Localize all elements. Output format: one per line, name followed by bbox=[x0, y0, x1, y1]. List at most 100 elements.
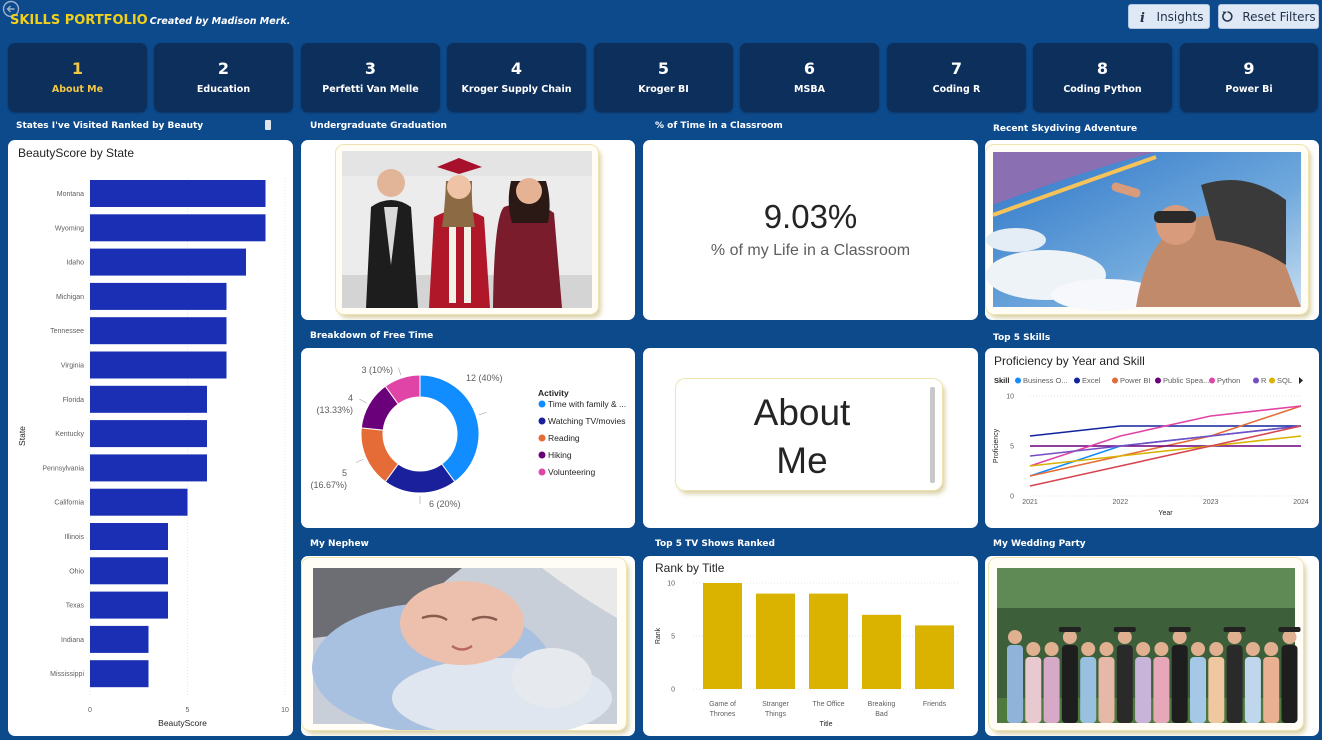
leader-line bbox=[478, 412, 487, 416]
legend-label[interactable]: Reading bbox=[548, 433, 580, 443]
about-line-2: Me bbox=[776, 440, 828, 481]
states-chart-card[interactable]: BeautyScore by State 0 5 10 Montana Wyoming I… bbox=[8, 140, 293, 736]
bar[interactable] bbox=[915, 625, 954, 689]
nav-button-5[interactable]: 5 Kroger BI bbox=[594, 43, 733, 112]
category-label: Stranger bbox=[762, 701, 790, 708]
legend-label[interactable]: SQL bbox=[1277, 376, 1292, 385]
bar[interactable] bbox=[90, 625, 149, 653]
bar[interactable] bbox=[90, 420, 207, 448]
x-tick-label: 2022 bbox=[1113, 499, 1129, 506]
about-me-card: About Me bbox=[643, 348, 978, 528]
bar[interactable] bbox=[90, 557, 168, 585]
skydiving-photo bbox=[986, 145, 1308, 314]
bar[interactable] bbox=[703, 583, 742, 689]
legend-label[interactable]: Excel bbox=[1082, 376, 1101, 385]
donut-slice[interactable] bbox=[419, 374, 480, 483]
bar[interactable] bbox=[90, 488, 188, 516]
legend-next-icon[interactable] bbox=[1299, 377, 1303, 384]
bar[interactable] bbox=[756, 593, 795, 689]
bar[interactable] bbox=[862, 614, 901, 689]
nav-label: MSBA bbox=[794, 84, 825, 95]
nav-number: 1 bbox=[71, 59, 84, 78]
skills-chart-card[interactable]: Proficiency by Year and Skill Skill Busin… bbox=[985, 348, 1319, 528]
nav-label: About Me bbox=[51, 84, 104, 95]
states-bar-chart[interactable]: 0 5 10 Montana Wyoming Idaho Michigan Tennessee… bbox=[8, 140, 293, 736]
reset-filters-button[interactable]: Reset Filters bbox=[1218, 4, 1319, 29]
bar[interactable] bbox=[90, 660, 149, 688]
textbox-scrollbar[interactable] bbox=[930, 387, 935, 483]
nav-number: 4 bbox=[510, 59, 523, 78]
bar[interactable] bbox=[90, 523, 168, 550]
series-line[interactable] bbox=[1029, 405, 1302, 467]
nephew-card bbox=[301, 556, 635, 736]
legend-label[interactable]: Watching TV/movies bbox=[548, 416, 625, 426]
y-tick-label: 5 bbox=[1010, 444, 1014, 451]
category-label: Friends bbox=[923, 701, 947, 708]
series-line[interactable] bbox=[1029, 425, 1302, 487]
nav-number: 9 bbox=[1243, 59, 1255, 78]
skills-line-chart[interactable]: Skill Business O... Excel Power BI Public Sp… bbox=[985, 348, 1319, 528]
leader-line bbox=[359, 398, 367, 404]
kpi-value: 9.03% bbox=[763, 198, 858, 235]
bar[interactable] bbox=[90, 282, 227, 310]
tv-bar-chart[interactable]: 0 5 10 Game of Thrones Stranger Things The Offi… bbox=[643, 556, 978, 736]
bar[interactable] bbox=[809, 593, 848, 689]
y-axis-title: Rank bbox=[655, 627, 662, 644]
bar[interactable] bbox=[90, 180, 266, 207]
leader-line bbox=[355, 458, 364, 463]
legend-marker bbox=[1074, 377, 1080, 384]
x-tick-label: 2021 bbox=[1022, 499, 1038, 506]
nav-button-3[interactable]: 3 Perfetti Van Melle bbox=[301, 43, 440, 112]
insights-label: Insights bbox=[1156, 9, 1204, 24]
legend-title: Activity bbox=[538, 388, 569, 398]
tv-chart-card[interactable]: Rank by Title 0 5 10 Game of Thrones Stranger… bbox=[643, 556, 978, 736]
nav-button-4[interactable]: 4 Kroger Supply Chain bbox=[447, 43, 586, 112]
legend-label[interactable]: Python bbox=[1217, 376, 1240, 385]
visual-scroll-handle[interactable] bbox=[265, 120, 271, 130]
bar[interactable] bbox=[90, 317, 227, 345]
legend-marker bbox=[538, 417, 546, 425]
bar[interactable] bbox=[90, 454, 207, 482]
legend-label[interactable]: Volunteering bbox=[548, 467, 596, 477]
nav-button-8[interactable]: 8 Coding Python bbox=[1033, 43, 1172, 112]
bar[interactable] bbox=[90, 351, 227, 379]
free-time-card[interactable]: 12 (40%) 6 (20%) 5 (16.67%) 4 (13.33%) 3 (10%)… bbox=[301, 348, 635, 528]
category-label: Montana bbox=[57, 191, 84, 198]
info-icon: i bbox=[1140, 11, 1145, 24]
graduation-photo bbox=[336, 145, 598, 314]
legend-label[interactable]: Power BI bbox=[1120, 376, 1150, 385]
nav-label: Education bbox=[196, 84, 251, 95]
nav-label: Kroger BI bbox=[638, 84, 689, 95]
kpi-label: % of my Life in a Classroom bbox=[710, 242, 911, 259]
nav-button-7[interactable]: 7 Coding R bbox=[887, 43, 1026, 112]
legend-label[interactable]: Business O... bbox=[1023, 376, 1068, 385]
free-time-donut-chart[interactable]: 12 (40%) 6 (20%) 5 (16.67%) 4 (13.33%) 3 (10%)… bbox=[301, 348, 635, 528]
donut-slice[interactable] bbox=[384, 463, 456, 494]
nav-number: 6 bbox=[803, 59, 816, 78]
nav-button-9[interactable]: 9 Power Bi bbox=[1180, 43, 1318, 112]
legend-label[interactable]: Public Spea... bbox=[1163, 376, 1209, 385]
insights-button[interactable]: i Insights bbox=[1128, 4, 1210, 29]
legend-marker bbox=[538, 400, 546, 408]
category-label: Virginia bbox=[61, 363, 84, 370]
nav-label: Coding Python bbox=[1063, 84, 1142, 95]
legend-label[interactable]: Time with family & ... bbox=[548, 399, 626, 409]
bar[interactable] bbox=[90, 248, 246, 276]
legend-label[interactable]: R bbox=[1261, 376, 1267, 385]
nav-button-2[interactable]: 2 Education bbox=[154, 43, 293, 112]
nav-button-6[interactable]: 6 MSBA bbox=[740, 43, 879, 112]
bar[interactable] bbox=[90, 591, 168, 619]
nav-number: 5 bbox=[657, 59, 670, 78]
legend-marker bbox=[1253, 377, 1259, 384]
legend-marker bbox=[538, 434, 546, 442]
data-label: 4 bbox=[348, 393, 353, 403]
y-tick-label: 5 bbox=[671, 634, 675, 641]
nav-number: 7 bbox=[950, 59, 963, 78]
bar[interactable] bbox=[90, 385, 207, 413]
nav-button-1[interactable]: 1 About Me bbox=[8, 43, 147, 112]
legend-label[interactable]: Hiking bbox=[548, 450, 572, 460]
y-tick-label: 10 bbox=[1006, 394, 1014, 401]
legend-marker bbox=[1155, 377, 1161, 384]
bar[interactable] bbox=[90, 214, 266, 242]
leader-line bbox=[398, 367, 402, 376]
